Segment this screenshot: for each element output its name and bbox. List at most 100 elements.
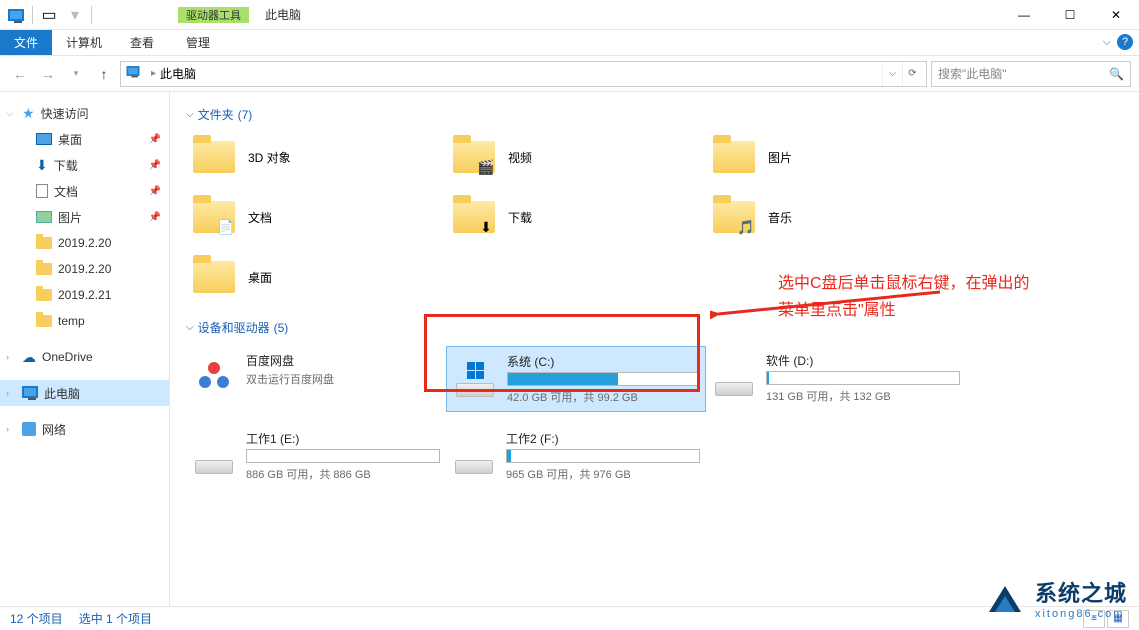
- sidebar-item-label: temp: [58, 314, 85, 328]
- maximize-button[interactable]: ☐: [1047, 0, 1093, 30]
- sidebar-item-label: 下载: [54, 157, 78, 174]
- minimize-button[interactable]: —: [1001, 0, 1047, 30]
- folder-item[interactable]: ⬇ 下载: [446, 193, 706, 241]
- drive-item[interactable]: 工作1 (E:) 886 GB 可用，共 886 GB: [186, 424, 446, 488]
- ribbon-tab-manage[interactable]: 管理: [172, 30, 224, 55]
- sidebar-quick-item[interactable]: 2019.2.21: [0, 282, 169, 308]
- drive-item[interactable]: 软件 (D:) 131 GB 可用，共 132 GB: [706, 346, 966, 412]
- folder-label: 3D 对象: [248, 149, 291, 166]
- watermark-logo-icon: [983, 576, 1027, 620]
- drive-name: 工作1 (E:): [246, 430, 440, 447]
- forward-button[interactable]: →: [36, 62, 60, 86]
- address-bar[interactable]: ▸ 此电脑 ⌵ ⟳: [120, 61, 927, 87]
- quick-access-toolbar: ▭ ▾: [0, 4, 98, 26]
- recent-locations-icon[interactable]: ▾: [64, 62, 88, 86]
- folder-label: 桌面: [248, 269, 272, 286]
- sidebar-item-label: 2019.2.21: [58, 288, 111, 302]
- ribbon-tab-view[interactable]: 查看: [116, 30, 168, 55]
- watermark-url: xitong86.com: [1035, 608, 1127, 620]
- doc-icon: [36, 184, 48, 198]
- close-button[interactable]: ✕: [1093, 0, 1139, 30]
- up-button[interactable]: ↑: [92, 62, 116, 86]
- sidebar-this-pc[interactable]: › 此电脑: [0, 380, 169, 406]
- drive-name: 软件 (D:): [766, 352, 960, 369]
- folder-item[interactable]: 🎬 视频: [446, 133, 706, 181]
- folder-item[interactable]: 3D 对象: [186, 133, 446, 181]
- ribbon-tab-computer[interactable]: 计算机: [52, 30, 116, 55]
- folder-label: 图片: [768, 149, 792, 166]
- sidebar-quick-item[interactable]: ⬇下载📌: [0, 152, 169, 178]
- collapse-icon: ⌵: [186, 109, 194, 120]
- drive-icon: [452, 430, 496, 474]
- drive-item[interactable]: 百度网盘 双击运行百度网盘: [186, 346, 446, 412]
- sidebar-network[interactable]: › 网络: [0, 416, 169, 442]
- cloud-icon: ☁: [22, 349, 36, 366]
- search-box[interactable]: 搜索"此电脑" 🔍: [931, 61, 1131, 87]
- folder-icon: 🎵: [710, 197, 758, 237]
- status-bar: 12 个项目 选中 1 个项目 ≡ ▦: [0, 606, 1139, 630]
- sidebar-quick-access[interactable]: ⌵ ★ 快速访问: [0, 100, 169, 126]
- drive-usage-bar: [507, 372, 699, 386]
- drive-subtext: 131 GB 可用，共 132 GB: [766, 388, 960, 404]
- folder-icon: [36, 237, 52, 249]
- folder-item[interactable]: 🎵 音乐: [706, 193, 966, 241]
- folder-icon: ⬇: [450, 197, 498, 237]
- drive-subtext: 965 GB 可用，共 976 GB: [506, 466, 700, 482]
- drive-item[interactable]: 系统 (C:) 42.0 GB 可用，共 99.2 GB: [446, 346, 706, 412]
- drive-usage-bar: [246, 449, 440, 463]
- sidebar-item-label: 桌面: [58, 131, 82, 148]
- desktop-icon: [36, 133, 52, 145]
- ribbon-tabs: 文件 计算机 查看 管理 ⌵ ?: [0, 30, 1139, 56]
- sidebar-quick-item[interactable]: 2019.2.20: [0, 256, 169, 282]
- navigation-pane: ⌵ ★ 快速访问 桌面📌⬇下载📌文档📌图片📌2019.2.202019.2.20…: [0, 92, 170, 606]
- group-header-folders[interactable]: ⌵ 文件夹 (7): [186, 106, 1123, 123]
- ribbon-expand-icon[interactable]: ⌵: [1103, 36, 1111, 49]
- back-button[interactable]: ←: [8, 62, 32, 86]
- navigation-bar: ← → ▾ ↑ ▸ 此电脑 ⌵ ⟳ 搜索"此电脑" 🔍: [0, 56, 1139, 92]
- folder-label: 下载: [508, 209, 532, 226]
- drive-subtext: 双击运行百度网盘: [246, 371, 440, 387]
- folder-item[interactable]: 桌面: [186, 253, 446, 301]
- search-icon[interactable]: 🔍: [1109, 67, 1124, 81]
- folder-icon: 🎬: [450, 137, 498, 177]
- pin-icon: 📌: [149, 212, 161, 223]
- pin-icon: 📌: [149, 186, 161, 197]
- sidebar-quick-item[interactable]: 文档📌: [0, 178, 169, 204]
- sidebar-onedrive[interactable]: › ☁ OneDrive: [0, 344, 169, 370]
- sidebar-quick-item[interactable]: 桌面 📌: [0, 126, 169, 152]
- ribbon-file-tab[interactable]: 文件: [0, 30, 52, 55]
- folder-label: 音乐: [768, 209, 792, 226]
- sidebar-quick-item[interactable]: 图片📌: [0, 204, 169, 230]
- address-dropdown-icon[interactable]: ⌵: [882, 62, 902, 86]
- drive-subtext: 42.0 GB 可用，共 99.2 GB: [507, 389, 699, 405]
- pic-icon: [36, 211, 52, 223]
- qat-properties-icon[interactable]: ▭: [37, 4, 61, 26]
- qat-new-folder-icon[interactable]: ▾: [63, 4, 87, 26]
- folder-item[interactable]: 图片: [706, 133, 966, 181]
- folder-icon: [36, 289, 52, 301]
- drive-item[interactable]: 工作2 (F:) 965 GB 可用，共 976 GB: [446, 424, 706, 488]
- folder-label: 文档: [248, 209, 272, 226]
- help-icon[interactable]: ?: [1117, 34, 1133, 50]
- sidebar-quick-item[interactable]: 2019.2.20: [0, 230, 169, 256]
- sidebar-quick-item[interactable]: temp: [0, 308, 169, 334]
- refresh-icon[interactable]: ⟳: [902, 62, 922, 86]
- drive-icon: [192, 352, 236, 396]
- status-selected-count: 选中 1 个项目: [79, 610, 152, 627]
- search-placeholder: 搜索"此电脑": [938, 65, 1007, 82]
- folder-item[interactable]: 📄文档: [186, 193, 446, 241]
- expand-icon[interactable]: ›: [6, 352, 16, 362]
- drive-usage-bar: [766, 371, 960, 385]
- folder-label: 视频: [508, 149, 532, 166]
- pin-icon: 📌: [149, 134, 161, 145]
- drive-subtext: 886 GB 可用，共 886 GB: [246, 466, 440, 482]
- expand-icon[interactable]: ⌵: [6, 108, 16, 119]
- folder-icon: [710, 137, 758, 177]
- content-pane: ⌵ 文件夹 (7) 3D 对象🎬视频图片📄文档⬇下载🎵音乐桌面 ⌵ 设备和驱动器…: [170, 92, 1139, 606]
- breadcrumb-root[interactable]: 此电脑: [160, 65, 196, 82]
- title-bar: ▭ ▾ 驱动器工具 此电脑 — ☐ ✕: [0, 0, 1139, 30]
- qat-icon-pc[interactable]: [4, 4, 28, 26]
- expand-icon[interactable]: ›: [6, 424, 16, 434]
- expand-icon[interactable]: ›: [6, 388, 16, 398]
- drive-usage-bar: [506, 449, 700, 463]
